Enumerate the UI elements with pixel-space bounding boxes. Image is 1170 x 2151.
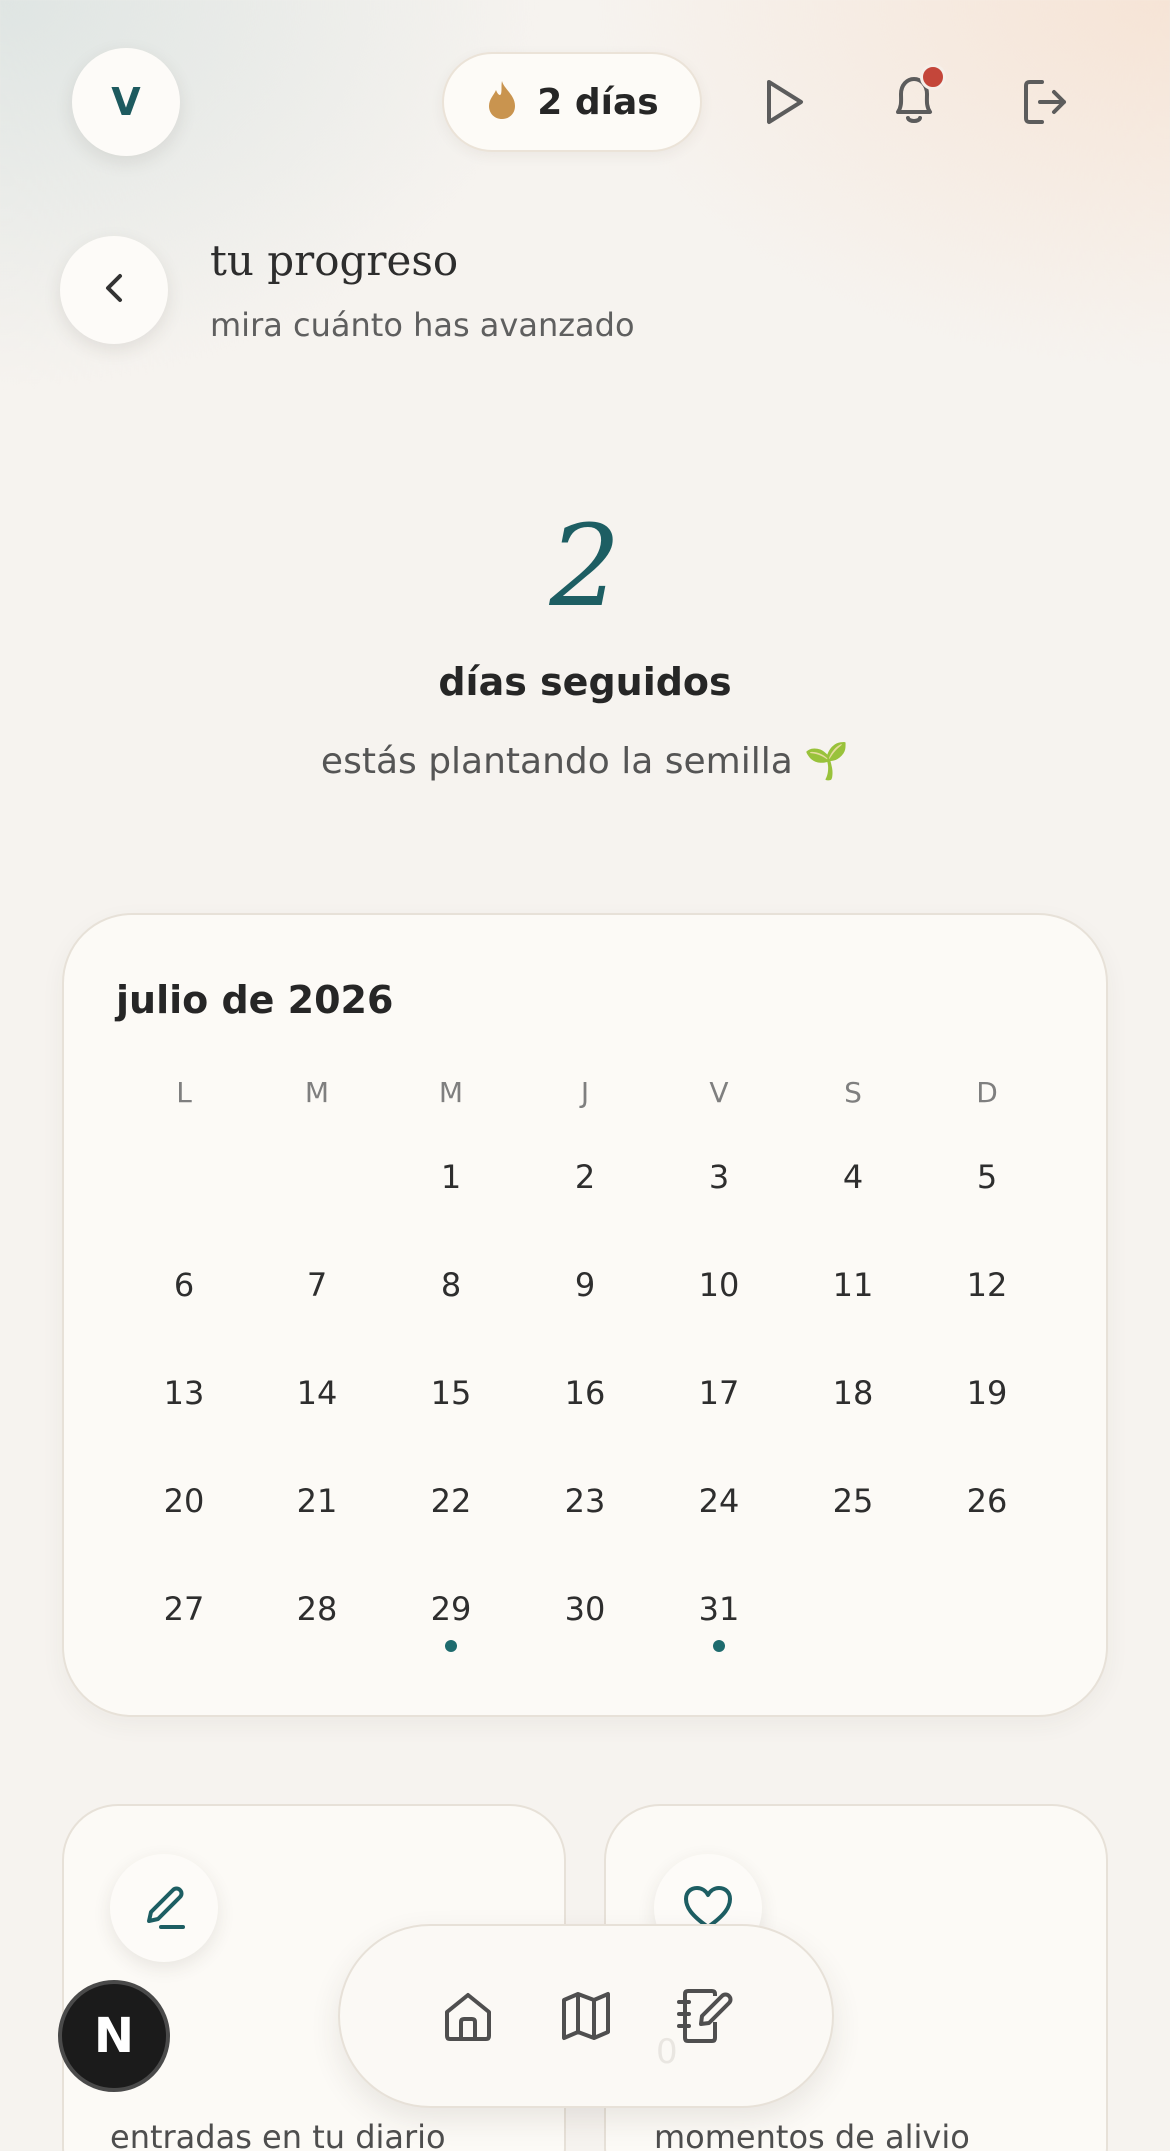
- calendar-day[interactable]: 6: [117, 1266, 251, 1314]
- calendar-day[interactable]: 3: [652, 1158, 786, 1206]
- calendar-day[interactable]: 27: [117, 1590, 251, 1638]
- calendar-weekday: J: [580, 1076, 590, 1109]
- calendar-day[interactable]: 20: [117, 1482, 251, 1530]
- play-icon[interactable]: [755, 74, 811, 130]
- calendar-day[interactable]: 14: [250, 1374, 384, 1422]
- calendar-day[interactable]: 17: [652, 1374, 786, 1422]
- calendar-day[interactable]: 9: [518, 1266, 652, 1314]
- relief-stat-value: 0: [656, 2032, 678, 2072]
- streak-message: estás plantando la semilla 🌱: [320, 741, 850, 782]
- home-icon[interactable]: [433, 1981, 503, 2051]
- calendar-day[interactable]: 25: [786, 1482, 920, 1530]
- relief-stat-label: momentos de alivio: [654, 2118, 970, 2151]
- page-title: tu progreso: [210, 236, 459, 285]
- calendar-weekday: V: [709, 1076, 729, 1109]
- dev-tools-badge[interactable]: N: [58, 1980, 170, 2092]
- calendar-weekday: M: [438, 1076, 464, 1109]
- calendar-day[interactable]: 2: [518, 1158, 652, 1206]
- calendar-day[interactable]: 18: [786, 1374, 920, 1422]
- calendar-day[interactable]: 24: [652, 1482, 786, 1530]
- calendar-day[interactable]: 8: [384, 1266, 518, 1314]
- page-subtitle: mira cuánto has avanzado: [210, 306, 635, 344]
- calendar-activity-dot: [713, 1640, 725, 1652]
- calendar-day[interactable]: 5: [920, 1158, 1054, 1206]
- calendar-day[interactable]: 28: [250, 1590, 384, 1638]
- calendar-month-title: julio de 2026: [116, 978, 394, 1022]
- map-icon[interactable]: [551, 1981, 621, 2051]
- back-button[interactable]: [60, 236, 168, 344]
- notification-badge: [920, 64, 946, 90]
- streak-pill[interactable]: 2 días: [442, 52, 702, 152]
- streak-label: días seguidos: [438, 660, 732, 704]
- calendar-day[interactable]: 26: [920, 1482, 1054, 1530]
- calendar-day[interactable]: 16: [518, 1374, 652, 1422]
- calendar-day[interactable]: 10: [652, 1266, 786, 1314]
- calendar-day[interactable]: 21: [250, 1482, 384, 1530]
- streak-count: 2: [549, 502, 621, 632]
- calendar-day[interactable]: 23: [518, 1482, 652, 1530]
- logout-icon[interactable]: [1018, 74, 1074, 130]
- calendar-activity-dot: [445, 1640, 457, 1652]
- calendar-day[interactable]: 4: [786, 1158, 920, 1206]
- calendar-day[interactable]: 12: [920, 1266, 1054, 1314]
- calendar-weekday: M: [304, 1076, 330, 1109]
- pencil-icon: [110, 1854, 218, 1962]
- calendar-day[interactable]: 7: [250, 1266, 384, 1314]
- calendar-day[interactable]: 15: [384, 1374, 518, 1422]
- calendar-day[interactable]: 29: [384, 1590, 518, 1638]
- calendar-weekday: S: [844, 1076, 862, 1109]
- calendar-weekday: D: [976, 1076, 998, 1109]
- calendar-day[interactable]: 1: [384, 1158, 518, 1206]
- calendar-day[interactable]: 11: [786, 1266, 920, 1314]
- calendar-day[interactable]: 19: [920, 1374, 1054, 1422]
- chevron-left-icon: [99, 268, 129, 312]
- journal-stat-label: entradas en tu diario: [110, 2118, 446, 2151]
- journal-icon[interactable]: [670, 1981, 740, 2051]
- calendar-day[interactable]: 22: [384, 1482, 518, 1530]
- flame-icon: [485, 79, 519, 125]
- streak-pill-label: 2 días: [537, 81, 659, 123]
- calendar-day[interactable]: 31: [652, 1590, 786, 1638]
- calendar-day[interactable]: 30: [518, 1590, 652, 1638]
- calendar-weekday: L: [176, 1076, 192, 1109]
- bottom-nav: [338, 1924, 834, 2108]
- user-avatar[interactable]: V: [72, 48, 180, 156]
- calendar-day[interactable]: 13: [117, 1374, 251, 1422]
